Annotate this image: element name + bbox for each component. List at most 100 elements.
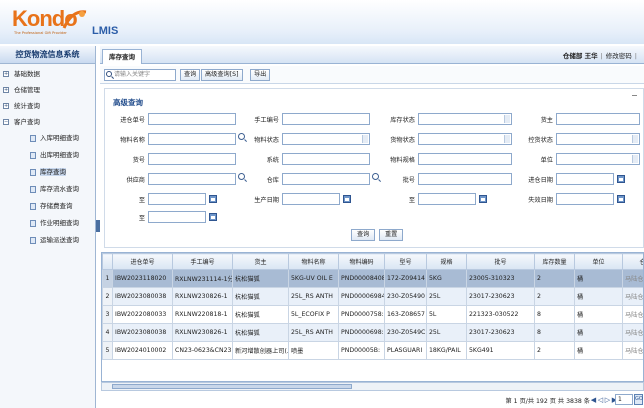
field-label: 至 (408, 197, 415, 204)
column-header[interactable]: 批号 (466, 253, 535, 270)
material-name-input[interactable] (148, 133, 236, 145)
manual-no-input[interactable] (282, 113, 370, 125)
batch-no-input[interactable] (418, 173, 512, 185)
query-button[interactable]: 查询 (180, 69, 201, 81)
calendar-icon[interactable] (343, 195, 351, 203)
expand-icon[interactable]: + (3, 87, 9, 93)
sidebar-item-basic-data[interactable]: + 基础数据 (0, 66, 95, 82)
panel-reset-button[interactable]: 重置 (379, 229, 404, 241)
table-cell: 25L_RS ANTH (288, 323, 339, 342)
calendar-icon[interactable] (617, 195, 625, 203)
horizontal-scrollbar[interactable] (101, 382, 644, 391)
calendar-icon[interactable] (209, 195, 217, 203)
column-header[interactable]: 手工编号 (172, 253, 233, 270)
sidebar-subitem-outbound-detail[interactable]: 出库明细查询 (0, 147, 95, 164)
table-row[interactable]: 4 IBW2023080038 RXLNW230826-1 杭松猫狐 25L_R… (102, 323, 643, 342)
stock-status-select[interactable] (418, 113, 512, 125)
inbound-no-input[interactable] (148, 113, 236, 125)
column-header[interactable]: 进仓单号 (112, 253, 173, 270)
goods-status-select[interactable] (418, 133, 512, 145)
column-header[interactable]: 物料编码 (338, 253, 385, 270)
column-header[interactable]: 仓 (622, 253, 643, 270)
keyword-search-input[interactable]: 请输入关键字 (104, 69, 176, 81)
owner-input[interactable] (556, 113, 640, 125)
column-header[interactable]: 规格 (426, 253, 467, 270)
sidebar-item-customer-query[interactable]: − 客户查询 (0, 114, 95, 130)
table-cell: 桶 (574, 269, 623, 288)
sidebar-subitem-inventory-flow[interactable]: 库存流水查询 (0, 181, 95, 198)
field-label: 单位 (540, 157, 553, 164)
table-row[interactable]: 2 IBW2023080038 RXLNW230826-1 杭松猫狐 25L_R… (102, 287, 643, 306)
field-label: 库存状态 (390, 117, 415, 124)
table-cell: 221323-030522 (466, 305, 535, 324)
field-label: 物料状态 (254, 137, 279, 144)
next-page-icon[interactable]: ▷ (604, 396, 611, 404)
supplier-input[interactable] (148, 173, 236, 185)
sidebar-item-statistics[interactable]: + 统计查询 (0, 98, 95, 114)
table-cell: IBW2023118020 (112, 269, 173, 288)
table-cell: RXLNW220818-1 (172, 305, 233, 324)
prev-page-icon[interactable]: ◁ (597, 396, 604, 404)
collapse-icon[interactable]: − (3, 119, 9, 125)
inbound-date-from-input[interactable] (556, 173, 614, 185)
calendar-icon[interactable] (479, 195, 487, 203)
first-page-icon[interactable]: ◀ (590, 396, 597, 404)
advanced-search-button[interactable]: 高级查询[S] (201, 69, 243, 81)
document-icon (30, 135, 36, 142)
material-spec-input[interactable] (418, 153, 512, 165)
table-cell: 23017-230623 (466, 287, 535, 306)
column-header[interactable]: 型号 (384, 253, 427, 270)
sidebar-subitem-operation-detail[interactable]: 作业明细查询 (0, 215, 95, 232)
goods-no-input[interactable] (148, 153, 236, 165)
table-cell: 杭松猫狐 (232, 269, 289, 288)
go-button[interactable]: GO (634, 394, 643, 405)
search-icon[interactable] (372, 173, 379, 180)
sidebar-subitem-transport[interactable]: 运输派送查询 (0, 232, 95, 249)
column-header[interactable]: 货主 (232, 253, 289, 270)
date-to-input[interactable] (148, 193, 206, 205)
minimize-icon[interactable] (632, 95, 637, 96)
system-input[interactable] (282, 153, 370, 165)
material-status-select[interactable] (282, 133, 370, 145)
table-cell: 杭松猫狐 (232, 287, 289, 306)
calendar-icon[interactable] (617, 175, 625, 183)
expiry-date-input[interactable] (556, 193, 614, 205)
field-label: 物料名称 (120, 137, 145, 144)
document-icon (30, 220, 36, 227)
table-cell: 马陆仓库 (622, 305, 643, 324)
scrollbar-thumb[interactable] (112, 384, 352, 389)
document-icon (30, 152, 36, 159)
expiry-date-to-input[interactable] (148, 211, 206, 223)
production-date-input[interactable] (282, 193, 340, 205)
table-cell: IBW2023080038 (112, 287, 173, 306)
calendar-icon[interactable] (209, 213, 217, 221)
current-user: 仓储部 王华 (562, 52, 598, 60)
sidebar-subitem-inbound-detail[interactable]: 入库明细查询 (0, 130, 95, 147)
field-label: 进仓日期 (528, 177, 553, 184)
column-header[interactable]: 单位 (574, 253, 623, 270)
table-row[interactable]: 5 IBW2024010002 CN23-0623&CN23 新河增散创器上司(… (102, 341, 643, 360)
page-number-input[interactable]: 1 (615, 394, 633, 405)
warehouse-input[interactable] (282, 173, 370, 185)
table-cell: 马陆仓库 (622, 323, 643, 342)
sidebar-subitem-inventory[interactable]: 库存查询 (0, 164, 95, 181)
table-row[interactable]: 3 IBW2022080033 RXLNW220818-1 杭松猫狐 5L_EC… (102, 305, 643, 324)
control-status-select[interactable] (556, 133, 640, 145)
table-cell: PND0000698: (338, 323, 385, 342)
tab-inventory-query[interactable]: 库存查询 (102, 49, 142, 64)
sidebar-item-warehouse[interactable]: + 仓储管理 (0, 82, 95, 98)
sidebar-subitem-storage-fee[interactable]: 存储费查询 (0, 198, 95, 215)
unit-select[interactable] (556, 153, 640, 165)
row-number: 1 (102, 269, 113, 288)
table-cell: 新河增散创器上司(上 (232, 341, 289, 360)
table-row[interactable]: 1 IBW2023118020 RXLNW231114-1分 杭松猫狐 5KG-… (102, 269, 643, 288)
production-date-to-input[interactable] (418, 193, 476, 205)
document-icon (30, 203, 36, 210)
expand-icon[interactable]: + (3, 71, 9, 77)
export-button[interactable]: 导出 (250, 69, 271, 81)
column-header[interactable]: 物料名称 (288, 253, 339, 270)
expand-icon[interactable]: + (3, 103, 9, 109)
column-header[interactable]: 库存数量 (534, 253, 575, 270)
change-password-link[interactable]: 修改密码 (606, 52, 632, 60)
panel-query-button[interactable]: 查询 (351, 229, 376, 241)
